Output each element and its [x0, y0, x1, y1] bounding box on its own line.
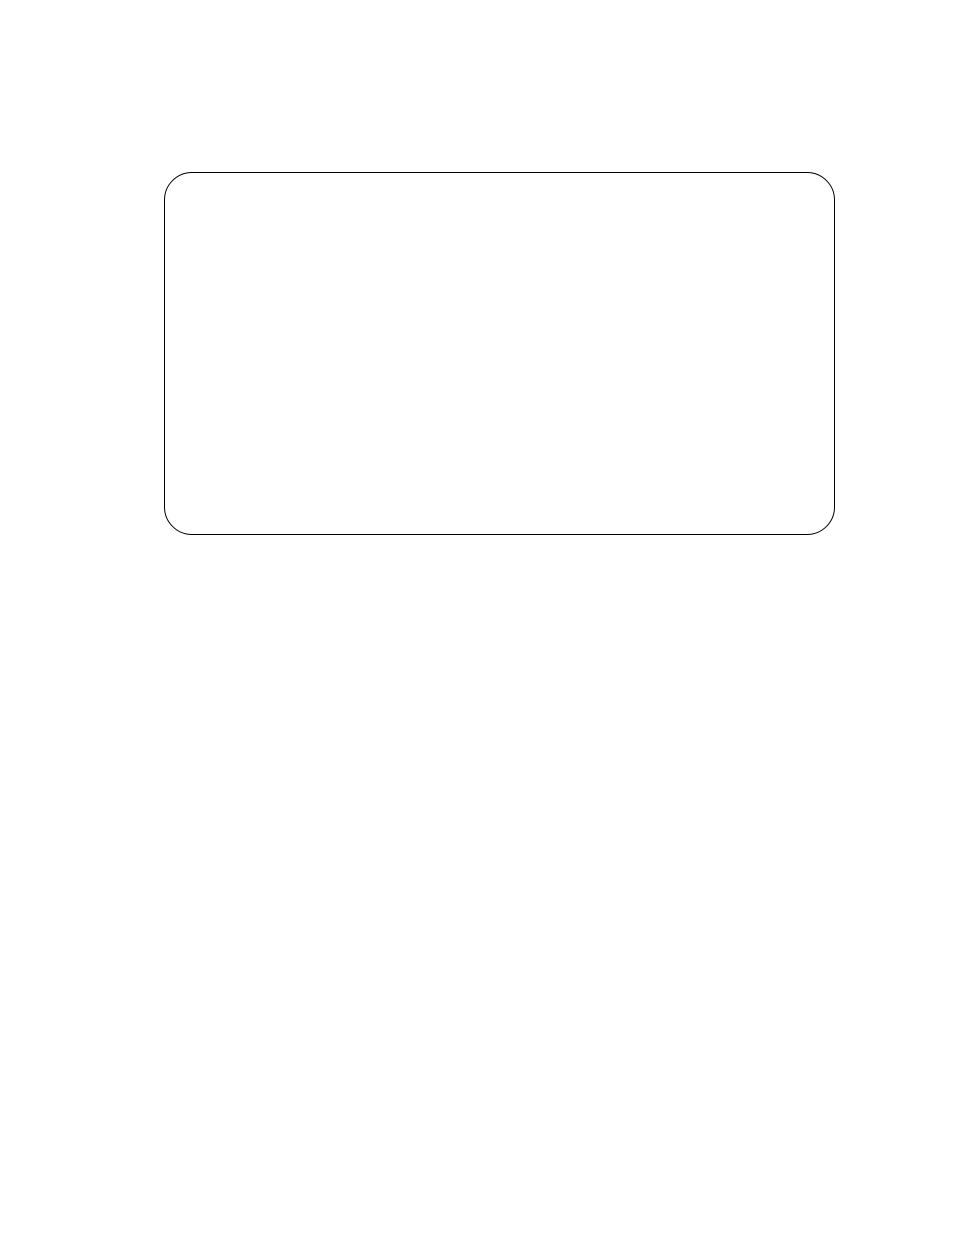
rounded-rectangle-box — [164, 172, 835, 535]
